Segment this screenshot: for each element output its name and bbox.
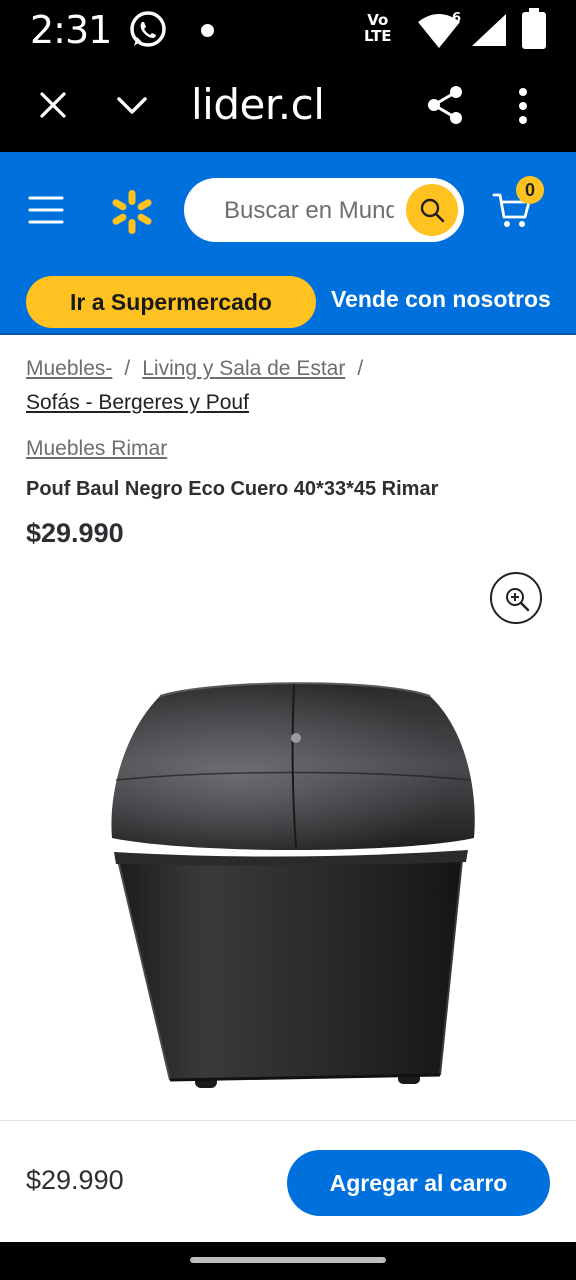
supermarket-button[interactable]: Ir a Supermercado [26, 276, 316, 328]
cart-count-badge: 0 [516, 176, 544, 204]
system-nav-bar [0, 1242, 576, 1280]
svg-text:6: 6 [452, 11, 461, 26]
zoom-in-icon [506, 588, 530, 612]
site-header: Buscar en Mundo Lider 0 [0, 152, 576, 269]
battery-icon [522, 8, 546, 49]
breadcrumb: Muebles- / Living y Sala de Estar / Sofás - … [26, 352, 556, 420]
product-image[interactable] [100, 670, 490, 1100]
sticky-price: $29.990 [26, 1165, 124, 1195]
breadcrumb-separator: / [124, 357, 131, 380]
add-to-cart-button[interactable]: Agregar al carro [287, 1150, 550, 1216]
zoom-button[interactable] [490, 572, 542, 624]
whatsapp-icon [130, 11, 166, 47]
product-title: Pouf Baul Negro Eco Cuero 40*33*45 Rimar [26, 478, 439, 500]
status-bar: 2:31 Vo LTE 6 [0, 0, 576, 62]
signal-icon [472, 14, 506, 46]
status-time: 2:31 [30, 8, 112, 52]
breadcrumb-item-living[interactable]: Living y Sala de Estar [142, 357, 345, 380]
sub-nav: Ir a Supermercado Vende con nosotros [0, 269, 576, 335]
wifi-icon: 6 [418, 11, 461, 48]
home-indicator[interactable] [190, 1257, 386, 1263]
more-vert-icon[interactable] [512, 86, 534, 126]
sell-with-us-link[interactable]: Vende con nosotros [331, 286, 551, 313]
menu-icon[interactable] [28, 194, 64, 226]
search-placeholder: Buscar en Mundo Lider [224, 197, 394, 224]
purchase-bar: $29.990 Agregar al carro [0, 1120, 576, 1242]
notification-dot [201, 24, 214, 37]
brand-link[interactable]: Muebles Rimar [26, 437, 167, 461]
close-icon[interactable] [36, 88, 70, 122]
search-button[interactable] [406, 184, 458, 236]
breadcrumb-item-muebles[interactable]: Muebles- [26, 357, 112, 380]
browser-toolbar: lider.cl [0, 62, 576, 152]
chevron-down-icon[interactable] [114, 90, 150, 120]
breadcrumb-item-sofas[interactable]: Sofás - Bergeres y Pouf [26, 391, 249, 414]
search-input[interactable]: Buscar en Mundo Lider [184, 178, 464, 242]
search-icon [420, 198, 445, 223]
spark-logo[interactable] [108, 188, 156, 236]
volte-indicator: Vo LTE [364, 11, 392, 45]
share-icon[interactable] [424, 84, 466, 126]
product-price: $29.990 [26, 518, 124, 548]
url-bar[interactable]: lider.cl [191, 80, 325, 129]
breadcrumb-separator: / [357, 357, 364, 380]
